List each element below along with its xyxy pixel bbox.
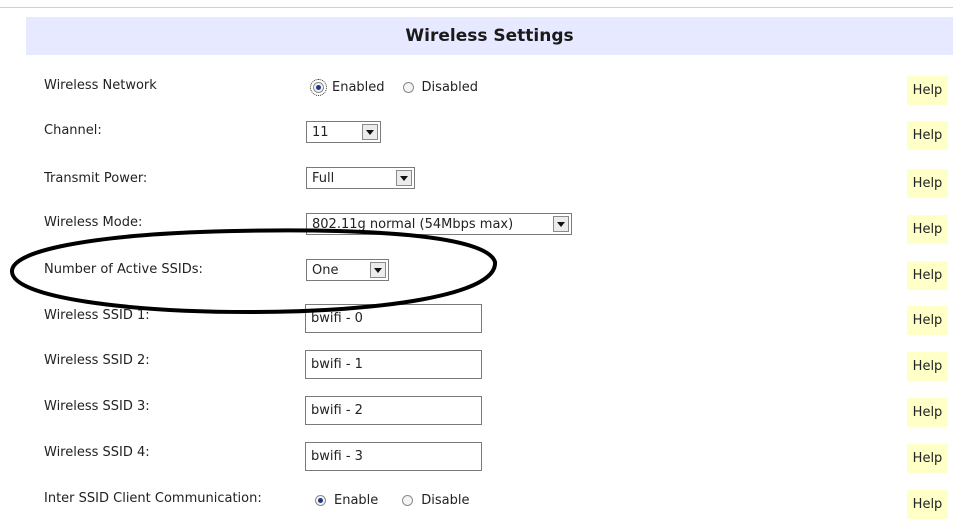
ssid3-label: Wireless SSID 3: [44,399,150,414]
chevron-down-icon[interactable] [396,170,412,186]
help-button-inter-ssid[interactable]: Help [907,490,948,519]
chevron-down-icon[interactable] [362,124,378,140]
help-button-transmit-power[interactable]: Help [907,169,948,198]
active-ssids-value: One [312,262,339,278]
wireless-disabled-label[interactable]: Disabled [422,80,478,95]
ssid4-label: Wireless SSID 4: [44,445,150,460]
wireless-disabled-radio[interactable] [402,82,414,93]
chevron-down-icon[interactable] [370,262,386,278]
section-header: Wireless Settings [26,17,953,55]
chevron-down-icon[interactable] [553,216,569,232]
transmit-power-select[interactable]: Full [306,167,415,189]
wireless-enabled-radio[interactable] [310,79,327,96]
wireless-network-label: Wireless Network [44,78,157,93]
inter-ssid-disable-label[interactable]: Disable [421,493,469,508]
wireless-enabled-label[interactable]: Enabled [332,80,385,95]
inter-ssid-enable-radio[interactable] [315,495,326,506]
active-ssids-select[interactable]: One [306,259,389,281]
channel-select[interactable]: 11 [306,121,381,143]
transmit-power-label: Transmit Power: [44,171,148,186]
inter-ssid-disable-radio[interactable] [402,495,414,506]
wireless-mode-label: Wireless Mode: [44,215,143,230]
help-button-channel[interactable]: Help [907,121,948,150]
help-button-ssid2[interactable]: Help [907,352,948,381]
channel-label: Channel: [44,123,102,138]
inter-ssid-radio-group: Enable Disable [315,493,488,508]
page-title: Wireless Settings [405,26,574,46]
transmit-power-value: Full [312,170,335,186]
help-button-ssid4[interactable]: Help [907,444,948,473]
help-button-active-ssids[interactable]: Help [907,261,948,290]
wireless-mode-select[interactable]: 802.11g normal (54Mbps max) [306,213,572,235]
ssid3-input[interactable]: bwifi - 2 [305,396,482,425]
ssid4-input[interactable]: bwifi - 3 [305,442,482,471]
wireless-network-radio-group: Enabled Disabled [310,79,496,96]
ssid2-label: Wireless SSID 2: [44,353,150,368]
ssid1-input[interactable]: bwifi - 0 [305,304,482,333]
ssid1-label: Wireless SSID 1: [44,308,150,323]
help-button-wireless-network[interactable]: Help [907,76,948,105]
inter-ssid-label: Inter SSID Client Communication: [44,491,262,506]
help-button-ssid1[interactable]: Help [907,306,948,335]
help-button-wireless-mode[interactable]: Help [907,215,948,244]
top-divider [0,7,953,8]
active-ssids-label: Number of Active SSIDs: [44,262,203,277]
wireless-mode-value: 802.11g normal (54Mbps max) [312,216,514,232]
inter-ssid-enable-label[interactable]: Enable [334,493,378,508]
channel-value: 11 [312,124,329,140]
ssid2-input[interactable]: bwifi - 1 [305,350,482,379]
help-button-ssid3[interactable]: Help [907,398,948,427]
